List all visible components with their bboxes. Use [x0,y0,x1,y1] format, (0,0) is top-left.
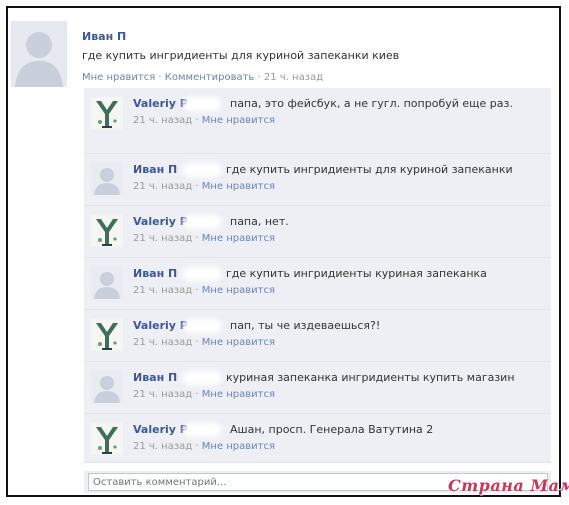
comment-meta: 21 ч. назад · Мне нравится [133,337,275,348]
comment-author[interactable]: Valeriy P [133,423,188,437]
default-user-icon[interactable] [91,163,123,195]
comment-time[interactable]: 21 ч. назад [133,441,192,452]
comment-body: Valeriy P папа, нет. 21 ч. назад · Мне н… [133,215,543,245]
comment-meta: 21 ч. назад · Мне нравится [133,181,275,192]
redacted-surname [183,371,221,385]
comment-item: Valeriy P пап, ты че издеваешься?! 21 ч.… [84,310,551,362]
redacted-surname [183,163,221,177]
valeriy-logo-icon[interactable] [91,423,123,455]
post-author-name[interactable]: Иван П [82,30,542,44]
redacted-surname [183,319,221,333]
comment-time[interactable]: 21 ч. назад [133,115,192,126]
comment-like-link[interactable]: Мне нравится [202,181,275,192]
comment-author[interactable]: Иван П [133,371,177,385]
post-like-link[interactable]: Мне нравится [82,72,155,83]
comment-meta: 21 ч. назад · Мне нравится [133,233,275,244]
comment-body: Иван П где купить ингридиенты для курино… [133,163,543,193]
comment-time[interactable]: 21 ч. назад [133,389,192,400]
comment-item: Valeriy P папа, нет. 21 ч. назад · Мне н… [84,206,551,258]
post-text: где купить ингридиенты для куриной запек… [82,49,400,62]
comment-like-link[interactable]: Мне нравится [202,115,275,126]
default-user-icon[interactable] [91,371,123,403]
comment-body: Иван П где купить ингридиенты куриная за… [133,267,543,297]
comment-time[interactable]: 21 ч. назад [133,285,192,296]
comment-line: Valeriy P папа, нет. [133,215,543,229]
default-user-icon[interactable] [91,267,123,299]
valeriy-logo-icon[interactable] [91,319,123,351]
post-time[interactable]: 21 ч. назад [264,72,323,83]
comment-item: Valeriy P папа, это фейсбук, а не гугл. … [84,88,551,154]
comment-meta: 21 ч. назад · Мне нравится [133,389,275,400]
comment-like-link[interactable]: Мне нравится [202,389,275,400]
comment-author[interactable]: Valeriy P [133,97,188,111]
comment-time[interactable]: 21 ч. назад [133,337,192,348]
comment-like-link[interactable]: Мне нравится [202,233,275,244]
comment-line: Valeriy P Ашан, просп. Генерала Ватутина… [133,423,543,437]
valeriy-logo-icon[interactable] [91,97,123,129]
comment-item: Иван П где купить ингридиенты для курино… [84,154,551,206]
meta-separator: · [254,72,264,83]
valeriy-logo-icon[interactable] [91,215,123,247]
comment-like-link[interactable]: Мне нравится [202,285,275,296]
comment-body: Valeriy P папа, это фейсбук, а не гугл. … [133,97,543,127]
comment-item: Valeriy P Ашан, просп. Генерала Ватутина… [84,414,551,463]
redacted-surname [183,97,221,111]
redacted-surname [183,423,221,437]
post-author-avatar[interactable] [11,21,67,87]
comment-item: Иван П где купить ингридиенты куриная за… [84,258,551,310]
comment-author[interactable]: Valeriy P [133,215,188,229]
post-meta: Мне нравится · Комментировать · 21 ч. на… [82,71,542,84]
redacted-surname [183,215,221,229]
redacted-surname [183,267,221,281]
comment-line: Valeriy P пап, ты че издеваешься?! [133,319,543,333]
post-header: Иван П где купить ингридиенты для курино… [82,30,542,84]
comment-list: Valeriy P папа, это фейсбук, а не гугл. … [84,88,551,463]
meta-separator: · [155,72,165,83]
comment-line: Иван П где купить ингридиенты для курино… [133,163,543,177]
comment-body: Valeriy P Ашан, просп. Генерала Ватутина… [133,423,543,453]
post-comment-link[interactable]: Комментировать [165,72,255,83]
comment-like-link[interactable]: Мне нравится [202,337,275,348]
comment-time[interactable]: 21 ч. назад [133,181,192,192]
watermark: Страна Мам [448,476,569,495]
comment-body: Иван П куриная запеканка ингридиенты куп… [133,371,543,401]
comment-author[interactable]: Valeriy P [133,319,188,333]
comment-author[interactable]: Иван П [133,267,177,281]
comment-like-link[interactable]: Мне нравится [202,441,275,452]
comment-line: Valeriy P папа, это фейсбук, а не гугл. … [133,97,543,111]
comment-meta: 21 ч. назад · Мне нравится [133,441,275,452]
comment-meta: 21 ч. назад · Мне нравится [133,285,275,296]
comment-line: Иван П где купить ингридиенты куриная за… [133,267,543,281]
comment-line: Иван П куриная запеканка ингридиенты куп… [133,371,543,385]
comment-body: Valeriy P пап, ты че издеваешься?! 21 ч.… [133,319,543,349]
comment-meta: 21 ч. назад · Мне нравится [133,115,275,126]
comment-author[interactable]: Иван П [133,163,177,177]
comment-item: Иван П куриная запеканка ингридиенты куп… [84,362,551,414]
comment-time[interactable]: 21 ч. назад [133,233,192,244]
